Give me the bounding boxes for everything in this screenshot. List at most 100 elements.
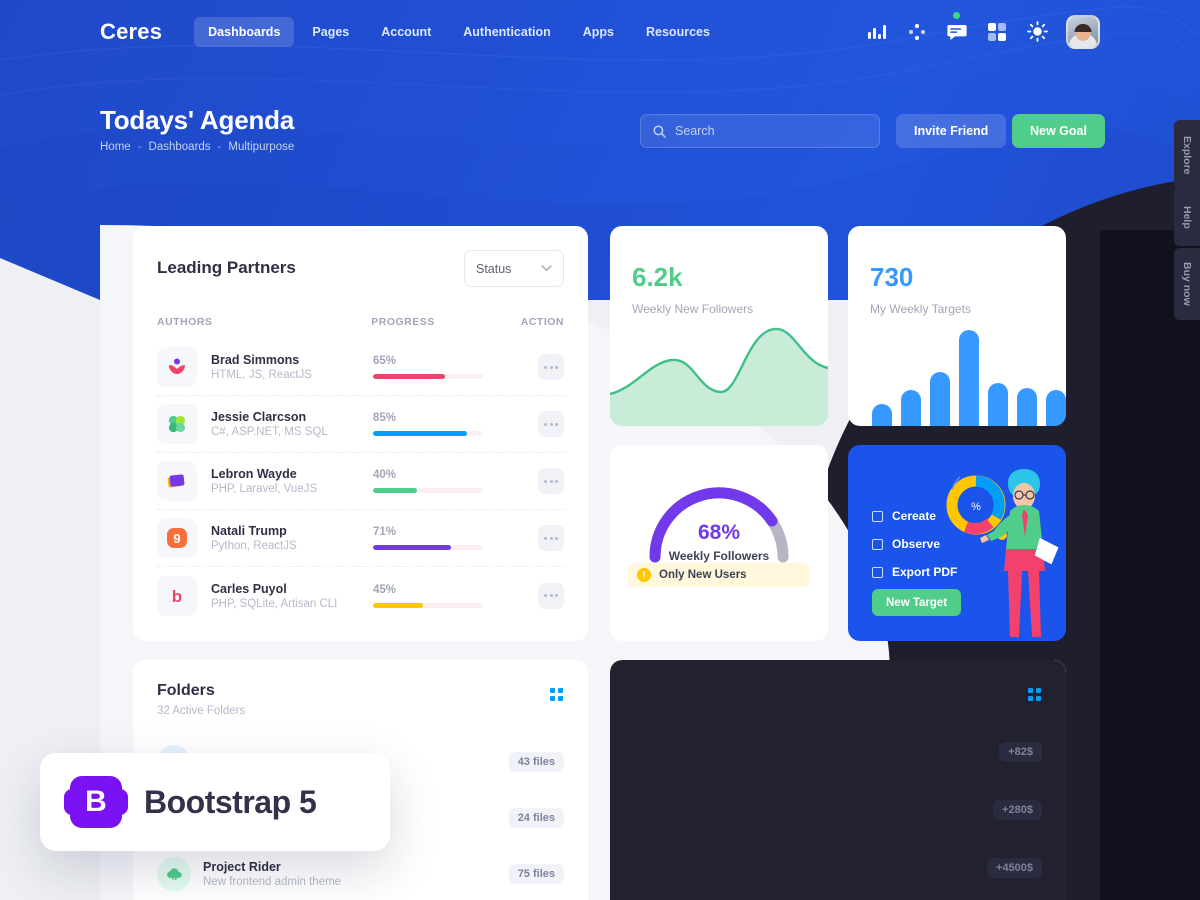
weekly-followers-gauge-card: 68% Weekly Followers ! Only New Users (610, 445, 828, 641)
author-name: Natali Trump (211, 524, 287, 538)
targets-bar-chart (872, 306, 1066, 426)
side-tab-help[interactable]: Help (1174, 188, 1200, 246)
row-menu-button[interactable] (538, 525, 564, 551)
row-menu-button[interactable] (538, 582, 564, 609)
partners-table-header: AUTHORS PROGRESS ACTION (157, 316, 564, 328)
row-menu-button[interactable] (538, 354, 564, 380)
table-row[interactable]: 9 Natali Trump Python, ReactJS 71% (157, 510, 564, 567)
nav-item-pages[interactable]: Pages (298, 17, 363, 47)
avatar[interactable] (1066, 14, 1100, 49)
list-item[interactable]: Top Authors Mark, Rowling, Esther +82$ (634, 728, 1042, 776)
folder-info: Project Rider New frontend admin theme (203, 860, 341, 888)
progress-bar-fill (373, 374, 445, 379)
action-cell (523, 525, 564, 551)
folder-name: Project Rider (203, 860, 281, 874)
progress-bar (373, 431, 483, 436)
progress-bar-fill (373, 488, 417, 493)
checklist-item-observe[interactable]: Observe (872, 537, 940, 551)
nav-item-account[interactable]: Account (367, 17, 445, 47)
checkbox-icon (872, 566, 883, 578)
nav-item-authentication[interactable]: Authentication (449, 17, 565, 47)
weekly-targets-card: 730 My Weekly Targets (848, 226, 1066, 426)
list-item[interactable]: New Users John, Pat, Jimmy +4500$ (634, 844, 1042, 892)
checklist-item-export-pdf[interactable]: Export PDF (872, 565, 957, 579)
side-tab-explore[interactable]: Explore (1174, 120, 1200, 190)
new-target-button[interactable]: New Target (872, 589, 962, 616)
invite-friend-button[interactable]: Invite Friend (896, 114, 1007, 148)
grid-dots-icon[interactable] (1028, 688, 1042, 701)
status-select-value: Status (476, 261, 512, 276)
side-tab-buy-now[interactable]: Buy now (1174, 248, 1200, 320)
nav-item-dashboards[interactable]: Dashboards (194, 16, 295, 47)
svg-text:%: % (971, 501, 981, 513)
folders-subtitle: 32 Active Folders (157, 705, 246, 717)
checkbox-icon (872, 538, 883, 550)
bar-2 (901, 390, 921, 426)
new-target-card: % Cereate Observe Export PDF New Target (848, 445, 1066, 641)
nav-item-apps[interactable]: Apps (569, 17, 628, 47)
trend-sub: Randy, Steve, Mike (680, 812, 779, 824)
grid-squares-icon[interactable] (986, 21, 1008, 43)
progress-cell: 71% (373, 526, 523, 550)
bar-3 (930, 372, 950, 426)
primary-nav: Dashboards Pages Account Authentication … (194, 16, 724, 47)
author-info: Jessie Clarcson C#, ASP.NET, MS SQL (211, 410, 373, 438)
search-input[interactable]: Search (640, 114, 880, 148)
compass-diamond-icon[interactable] (906, 21, 928, 43)
vimeo-icon (634, 851, 668, 885)
table-row[interactable]: Lebron Wayde PHP, Laravel, VueJS 40% (157, 453, 564, 510)
author-stack: C#, ASP.NET, MS SQL (211, 426, 328, 438)
sun-icon[interactable] (1026, 21, 1048, 43)
checklist-item-cereate[interactable]: Cereate (872, 509, 936, 523)
progress-cell: 65% (373, 355, 523, 379)
grid-dots-icon[interactable] (550, 688, 564, 701)
table-row[interactable]: Jessie Clarcson C#, ASP.NET, MS SQL 85% (157, 396, 564, 453)
row-menu-button[interactable] (538, 468, 564, 494)
progress-bar-fill (373, 602, 423, 608)
bootstrap-label: Bootstrap 5 (144, 783, 317, 820)
progress-cell: 40% (373, 469, 523, 493)
status-select[interactable]: Status (464, 250, 564, 287)
progress-bar (373, 602, 483, 608)
progress-bar (373, 374, 483, 379)
svg-text:9: 9 (173, 531, 180, 546)
nav-item-resources[interactable]: Resources (632, 17, 724, 47)
followers-label: Weekly New Followers (632, 302, 754, 316)
chat-bubble-icon[interactable] (946, 11, 968, 43)
author-stack: PHP, SQLite, Artisan CLI (211, 597, 338, 610)
bar-chart-icon[interactable] (866, 21, 888, 43)
action-cell (523, 468, 564, 494)
checkbox-icon (872, 510, 883, 522)
brand-logo[interactable]: Ceres (100, 19, 162, 45)
breadcrumb-item-dashboards[interactable]: Dashboards (149, 141, 211, 153)
list-item[interactable]: Project Rider New frontend admin theme 7… (157, 850, 564, 898)
breadcrumb-item-multipurpose[interactable]: Multipurpose (228, 141, 294, 153)
followers-area-chart (610, 327, 828, 426)
exclamation-icon: ! (637, 568, 651, 582)
folders-title: Folders (157, 682, 215, 699)
row-menu-button[interactable] (538, 411, 564, 437)
list-item[interactable]: Popular Authors Randy, Steve, Mike +280$ (634, 786, 1042, 834)
folder-sub: New frontend admin theme (203, 876, 342, 888)
author-name: Carles Puyol (211, 581, 287, 596)
checklist-label: Export PDF (892, 565, 958, 579)
trends-card: Trends Latest tech trends Top Authors Ma… (610, 660, 1066, 900)
trend-sub: Mark, Rowling, Esther (680, 754, 793, 766)
breadcrumb-item-home[interactable]: Home (100, 141, 131, 153)
column-header-action: ACTION (520, 316, 564, 328)
gauge-alert: ! Only New Users (628, 563, 810, 587)
progress-percent: 65% (373, 355, 397, 367)
breadcrumb: Home - Dashboards - Multipurpose (100, 141, 294, 153)
new-goal-button[interactable]: New Goal (1012, 114, 1105, 148)
table-row[interactable]: b Carles Puyol PHP, SQLite, Artisan CLI … (157, 567, 564, 624)
trend-name: Top Authors (680, 738, 753, 752)
page-title: Todays' Agenda (100, 105, 295, 135)
gauge-label: Weekly Followers (668, 549, 770, 563)
chat-unread-dot (953, 11, 960, 19)
trend-name: Popular Authors (680, 796, 778, 810)
trend-amount: +82$ (999, 742, 1042, 762)
clover-logo-icon (157, 404, 197, 444)
table-row[interactable]: Brad Simmons HTML, JS, ReactJS 65% (157, 339, 564, 396)
folder-files-count: 24 files (508, 808, 564, 828)
cloud-upload-icon (157, 857, 191, 891)
